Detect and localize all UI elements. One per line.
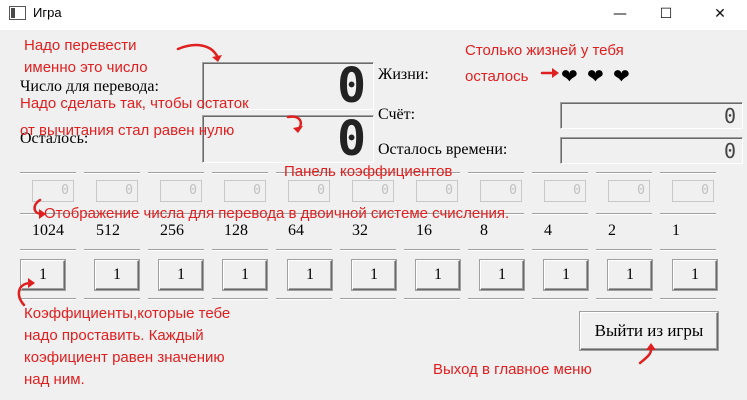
column-divider — [340, 298, 396, 300]
coefficient-button[interactable]: 1 — [480, 260, 524, 290]
bit-box: 0 — [608, 180, 650, 202]
power-label: 1 — [672, 222, 680, 239]
column-divider — [212, 249, 268, 251]
minimize-button[interactable]: — — [597, 0, 643, 30]
arrow-icon — [176, 43, 220, 60]
annotation-lives-left: Столько жизней у тебя осталось — [465, 42, 624, 85]
bit-box: 0 — [416, 180, 458, 202]
bit-box: 0 — [672, 180, 714, 202]
column-divider — [148, 249, 204, 251]
column-divider — [148, 298, 204, 300]
column-divider — [84, 172, 140, 174]
number-to-convert-value: 0 — [337, 58, 367, 114]
column-divider — [212, 172, 268, 174]
column-divider — [84, 298, 140, 300]
exit-game-button[interactable]: Выйти из игры — [580, 312, 718, 350]
column-divider — [468, 249, 524, 251]
bit-box: 0 — [96, 180, 138, 202]
annotation-binary-display: Отображение числа для перевода в двоично… — [44, 205, 510, 222]
app-icon — [9, 6, 26, 20]
column-divider — [468, 172, 524, 174]
annotation-coef-panel: Панель коэффициентов — [284, 163, 453, 180]
arrow-icon — [638, 346, 653, 365]
coefficient-button[interactable]: 1 — [352, 260, 396, 290]
bit-value: 0 — [573, 183, 581, 198]
column-divider — [660, 172, 716, 174]
bit-box: 0 — [224, 180, 266, 202]
maximize-button[interactable]: ☐ — [643, 0, 689, 30]
column-divider — [532, 172, 588, 174]
column-divider — [468, 298, 524, 300]
bit-value: 0 — [189, 183, 197, 198]
coefficient-button[interactable]: 1 — [544, 260, 588, 290]
column-divider — [660, 298, 716, 300]
coefficient-button[interactable]: 1 — [608, 260, 652, 290]
coefficient-button[interactable]: 1 — [223, 260, 267, 290]
column-divider — [20, 249, 76, 251]
bit-value: 0 — [637, 183, 645, 198]
column-divider — [84, 249, 140, 251]
bit-value: 0 — [701, 183, 709, 198]
coefficient-button[interactable]: 1 — [95, 260, 139, 290]
column-divider — [404, 249, 460, 251]
arrow-icon — [33, 198, 44, 216]
annotation-coef-hint: Коэффициенты,которые тебе надо проставит… — [24, 305, 231, 388]
column-divider — [660, 249, 716, 251]
column-divider — [340, 249, 396, 251]
column-divider — [532, 298, 588, 300]
bit-value: 0 — [317, 183, 325, 198]
time-left-value: 0 — [723, 138, 736, 163]
coefficient-button[interactable]: 1 — [21, 260, 65, 290]
bit-box: 0 — [32, 180, 74, 202]
power-label: 2 — [608, 222, 616, 239]
bit-box: 0 — [352, 180, 394, 202]
column-divider — [660, 213, 716, 215]
column-divider — [596, 213, 652, 215]
column-divider — [276, 298, 332, 300]
bit-value: 0 — [381, 183, 389, 198]
bit-box: 0 — [480, 180, 522, 202]
bit-box: 0 — [544, 180, 586, 202]
bit-value: 0 — [509, 183, 517, 198]
bit-box: 0 — [160, 180, 202, 202]
bit-value: 0 — [61, 183, 69, 198]
close-button[interactable]: ✕ — [697, 0, 743, 30]
column-divider — [596, 298, 652, 300]
time-left-label: Осталось времени: — [378, 141, 508, 158]
coefficient-button[interactable]: 1 — [159, 260, 203, 290]
coefficient-button[interactable]: 1 — [288, 260, 332, 290]
column-divider — [596, 172, 652, 174]
column-divider — [20, 298, 76, 300]
coefficient-button[interactable]: 1 — [416, 260, 460, 290]
score-label: Счёт: — [378, 106, 416, 123]
column-divider — [404, 298, 460, 300]
lives-label: Жизни: — [378, 66, 429, 83]
column-divider — [596, 249, 652, 251]
coefficient-button[interactable]: 1 — [673, 260, 717, 290]
remaining-value: 0 — [337, 111, 367, 167]
column-divider — [532, 249, 588, 251]
column-divider — [532, 213, 588, 215]
annotation-exit-menu: Выход в главное меню — [433, 361, 592, 378]
annotation-convert-exactly: Надо перевести именно это число — [24, 37, 148, 76]
time-left-display: 0 — [560, 137, 743, 164]
bit-value: 0 — [253, 183, 261, 198]
annotation-make-zero: Надо сделать так, чтобы остаток от вычит… — [20, 95, 249, 139]
title-bar: Игра — ☐ ✕ — [0, 0, 747, 30]
column-divider — [276, 249, 332, 251]
score-display: 0 — [560, 102, 743, 129]
bit-box: 0 — [288, 180, 330, 202]
bit-value: 0 — [445, 183, 453, 198]
bit-value: 0 — [125, 183, 133, 198]
power-label: 4 — [544, 222, 552, 239]
score-value: 0 — [723, 103, 736, 128]
column-divider — [148, 172, 204, 174]
window-title: Игра — [33, 5, 62, 20]
column-divider — [212, 298, 268, 300]
column-divider — [20, 172, 76, 174]
